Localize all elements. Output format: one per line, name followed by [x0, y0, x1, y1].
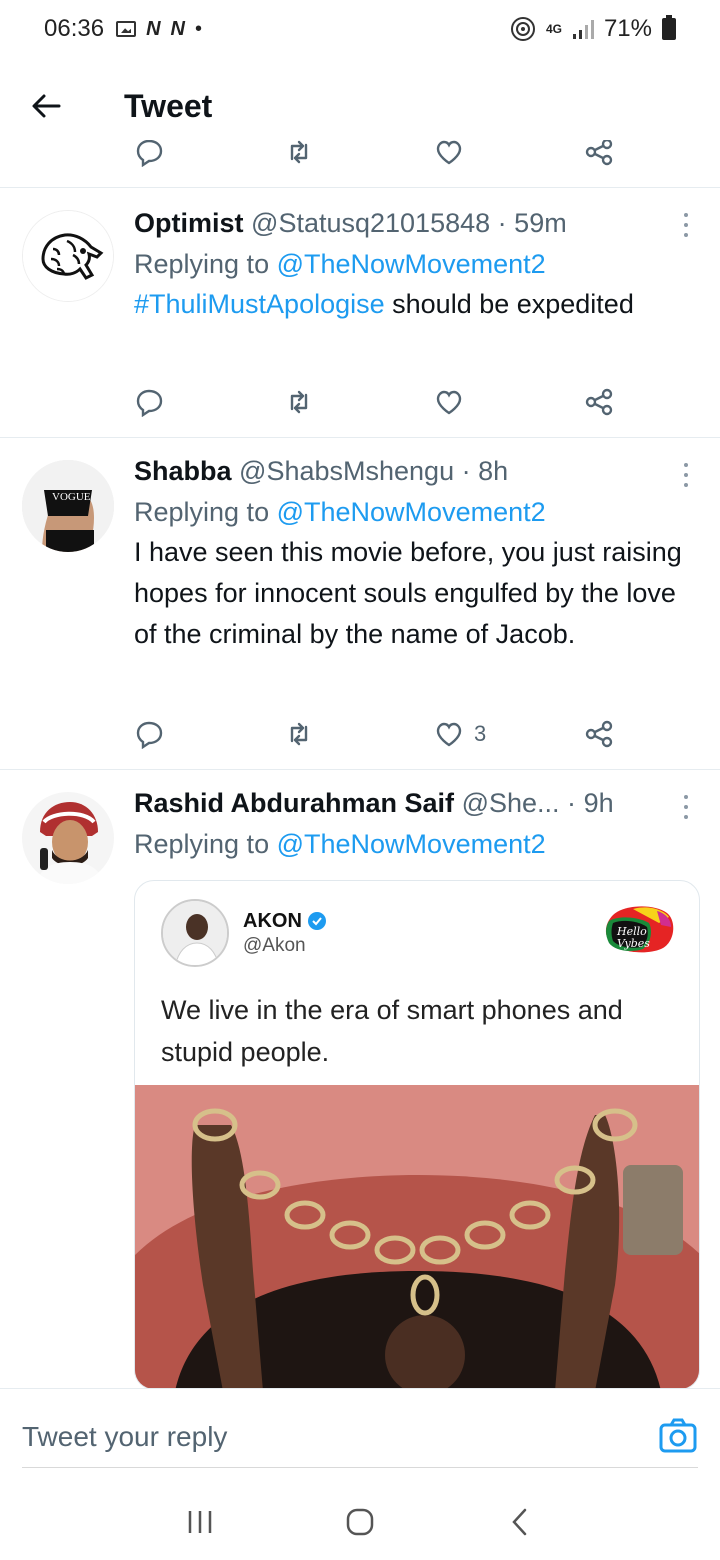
camera-icon [659, 1418, 697, 1453]
separator-dot: · [497, 208, 507, 238]
recent-apps-button[interactable] [180, 1502, 220, 1542]
replying-prefix: Replying to [134, 829, 270, 859]
separator-dot: · [461, 456, 471, 486]
replying-to: Replying to @TheNowMovement2 [134, 244, 700, 284]
author-handle[interactable]: @She... [462, 788, 560, 818]
recent-apps-icon [188, 1511, 212, 1533]
quoted-name-text: AKON [243, 909, 302, 932]
separator-dot: · [567, 788, 577, 818]
retweet-button[interactable] [284, 719, 354, 749]
tweet-item[interactable]: VOGUE Shabba @ShabsMshengu · 8h Replying… [0, 438, 720, 770]
replying-prefix: Replying to [134, 497, 270, 527]
tweet-text: #ThuliMustApologise should be expedited [134, 284, 700, 325]
tweet-time: 59m [514, 208, 567, 238]
user-photo-avatar-image [22, 792, 114, 884]
author-name[interactable]: Optimist [134, 208, 244, 238]
tweet-meta: Rashid Abdurahman Saif @She... · 9h [134, 786, 660, 820]
status-bar: 06:36 N N • 4G 71% [0, 0, 720, 58]
share-button[interactable] [584, 387, 614, 417]
back-nav-button[interactable] [500, 1502, 540, 1542]
gallery-notification-icon [116, 21, 137, 37]
reply-icon [136, 389, 163, 417]
reply-icon [136, 721, 163, 749]
camera-button[interactable] [658, 1415, 698, 1455]
svg-text:VOGUE: VOGUE [52, 491, 91, 503]
arrow-left-icon [32, 94, 61, 118]
like-count: 3 [474, 721, 487, 746]
battery-icon [662, 15, 676, 40]
tweet-meta: Shabba @ShabsMshengu · 8h [134, 454, 700, 488]
hotspot-icon [510, 17, 535, 41]
verified-badge-icon [307, 912, 326, 930]
reply-button[interactable] [134, 719, 204, 749]
tweet-time: 9h [583, 788, 614, 818]
carrier-n-icon: N [146, 17, 161, 40]
author-name[interactable]: Shabba [134, 456, 232, 486]
signal-icon [572, 20, 594, 39]
share-icon [585, 388, 613, 416]
reply-icon[interactable] [134, 140, 164, 167]
hello-vybes-logo: Hello Vybes [603, 903, 677, 961]
battery-level: 71% [603, 15, 652, 42]
share-icon [585, 720, 613, 748]
more-options-icon[interactable] [676, 792, 696, 822]
hashtag-link[interactable]: #ThuliMustApologise [134, 289, 385, 319]
retweet-icon[interactable] [284, 140, 314, 167]
network-type: 4G [545, 22, 562, 36]
carrier-n-icon: N [170, 17, 185, 40]
home-icon [346, 1508, 374, 1536]
quoted-media-card[interactable]: AKON @Akon Hello Vybes We live in the er… [134, 880, 700, 1390]
retweet-icon [290, 722, 308, 746]
status-time: 06:36 [44, 15, 105, 42]
home-button[interactable] [340, 1502, 380, 1542]
replying-prefix: Replying to [134, 249, 270, 279]
author-name[interactable]: Rashid Abdurahman Saif [134, 788, 454, 818]
back-button[interactable] [16, 76, 76, 136]
replying-to: Replying to @TheNowMovement2 [134, 492, 700, 532]
share-button[interactable] [584, 719, 614, 749]
reply-composer [0, 1388, 720, 1484]
user-photo-avatar-image: VOGUE [22, 460, 114, 552]
share-icon[interactable] [584, 140, 614, 167]
page-title: Tweet [124, 87, 213, 124]
retweet-button[interactable] [284, 387, 354, 417]
quoted-handle: @Akon [243, 934, 306, 956]
heart-icon [436, 390, 462, 415]
chevron-left-icon [512, 1508, 527, 1536]
chained-man-photo[interactable] [135, 1085, 699, 1389]
tweet-text: I have seen this movie before, you just … [134, 537, 682, 649]
tweet-time: 8h [478, 456, 509, 486]
quoted-name: AKON [243, 910, 326, 933]
replying-to-link[interactable]: @TheNowMovement2 [277, 829, 546, 859]
dot-icon: • [194, 17, 202, 40]
system-nav-bar [0, 1484, 720, 1560]
like-icon[interactable] [434, 140, 464, 167]
replying-to: Replying to @TheNowMovement2 [134, 824, 660, 864]
retweet-icon [290, 390, 308, 414]
pointing-hand-avatar-image [23, 211, 113, 301]
avatar[interactable] [22, 210, 114, 302]
previous-tweet-actions [0, 140, 720, 188]
like-button[interactable] [434, 387, 504, 417]
tweet-item[interactable]: Optimist @Statusq21015848 · 59m Replying… [0, 188, 720, 438]
akon-avatar-image [163, 901, 227, 965]
replying-to-link[interactable]: @TheNowMovement2 [277, 249, 546, 279]
logo-text-2: Vybes [617, 937, 650, 950]
replying-to-link[interactable]: @TheNowMovement2 [277, 497, 546, 527]
like-button[interactable]: 3 [434, 719, 504, 749]
quoted-text: We live in the era of smart phones and s… [161, 995, 623, 1067]
reply-input[interactable] [22, 1409, 622, 1465]
heart-icon [436, 722, 462, 747]
tweet-meta: Optimist @Statusq21015848 · 59m [134, 206, 700, 240]
quoted-author: AKON @Akon [161, 899, 326, 967]
author-handle[interactable]: @ShabsMshengu [239, 456, 454, 486]
quoted-avatar [161, 899, 229, 967]
reply-divider [22, 1467, 698, 1468]
avatar[interactable] [22, 792, 114, 884]
reply-button[interactable] [134, 387, 204, 417]
avatar[interactable]: VOGUE [22, 460, 114, 552]
author-handle[interactable]: @Statusq21015848 [251, 208, 490, 238]
tweet-text-body: should be expedited [384, 289, 634, 319]
